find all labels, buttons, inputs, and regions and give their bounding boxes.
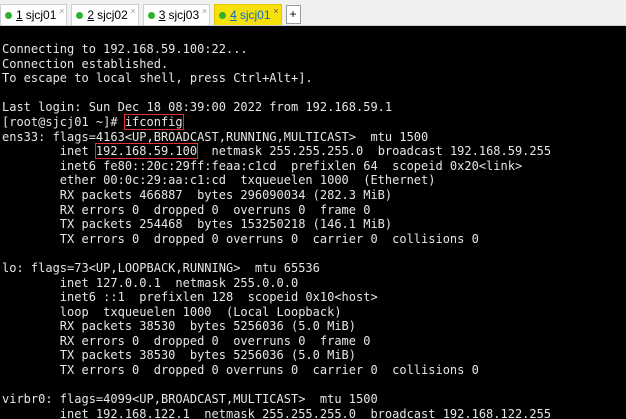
connected-status-icon: [147, 11, 155, 19]
tab-number: 1: [16, 8, 23, 22]
tab-label: sjcj03: [168, 8, 200, 22]
terminal-line: RX packets 466887 bytes 296090034 (282.3…: [2, 187, 393, 202]
new-tab-button[interactable]: +: [285, 5, 301, 24]
inet-details: netmask 255.255.255.0 broadcast 192.168.…: [197, 144, 552, 159]
terminal-line: inet 127.0.0.1 netmask 255.0.0.0: [2, 275, 299, 290]
terminal-line: Connecting to 192.168.59.100:22...: [2, 42, 248, 56]
inet-label: inet: [2, 144, 96, 159]
tab-label: sjcj01: [25, 8, 57, 22]
terminal-line: loop txqueuelen 1000 (Local Loopback): [2, 304, 342, 319]
tab-close-icon[interactable]: ×: [202, 6, 207, 16]
session-tab-1[interactable]: 1 sjcj01 ×: [0, 4, 68, 25]
terminal-line: inet 192.168.59.100 netmask 255.255.255.…: [2, 143, 626, 160]
terminal-line: To escape to local shell, press Ctrl+Alt…: [2, 71, 313, 86]
tab-close-icon[interactable]: ×: [273, 6, 278, 16]
highlighted-command: ifconfig: [123, 113, 184, 130]
terminal-line: inet6 ::1 prefixlen 128 scopeid 0x10<hos…: [2, 290, 378, 305]
terminal-line: virbr0: flags=4099<UP,BROADCAST,MULTICAS…: [2, 392, 378, 407]
session-tab-bar: 1 sjcj01 × 2 sjcj02 × 3 sjcj03 × 4 sjcj0…: [0, 0, 626, 26]
tab-label: sjcj01: [239, 8, 271, 22]
tab-number: 3: [158, 8, 166, 22]
prompt-line: [root@sjcj01 ~]# ifconfig: [2, 113, 626, 130]
tab-number: 4: [230, 8, 237, 22]
shell-prompt: [root@sjcj01 ~]#: [2, 114, 125, 129]
terminal-line: TX errors 0 dropped 0 overruns 0 carrier…: [2, 363, 479, 378]
terminal-output[interactable]: Connecting to 192.168.59.100:22... Conne…: [0, 34, 626, 419]
terminal-line: lo: flags=73<UP,LOOPBACK,RUNNING> mtu 65…: [2, 260, 320, 275]
terminal-line: RX errors 0 dropped 0 overruns 0 frame 0: [2, 202, 371, 217]
connected-status-icon: [219, 11, 227, 19]
terminal-line: TX packets 38530 bytes 5256036 (5.0 MiB): [2, 348, 357, 363]
session-tab-4-active[interactable]: 4 sjcj01 ×: [214, 4, 282, 25]
connected-status-icon: [76, 11, 84, 19]
tab-close-icon[interactable]: ×: [59, 6, 64, 16]
highlighted-ip-address: 192.168.59.100: [94, 143, 199, 160]
terminal-line: RX packets 38530 bytes 5256036 (5.0 MiB): [2, 319, 357, 334]
terminal-line: RX errors 0 dropped 0 overruns 0 frame 0: [2, 333, 371, 348]
session-tab-3[interactable]: 3 sjcj03 ×: [142, 4, 211, 25]
terminal-line: Last login: Sun Dec 18 08:39:00 2022 fro…: [2, 100, 393, 115]
terminal-line: TX errors 0 dropped 0 overruns 0 carrier…: [2, 231, 479, 246]
terminal-line: inet6 fe80::20c:29ff:feaa:c1cd prefixlen…: [2, 158, 523, 173]
session-tab-2[interactable]: 2 sjcj02 ×: [71, 4, 139, 25]
terminal-line: ens33: flags=4163<UP,BROADCAST,RUNNING,M…: [2, 129, 429, 144]
connected-status-icon: [5, 11, 12, 19]
terminal-line: Connection established.: [2, 56, 169, 71]
tab-number: 2: [87, 8, 95, 22]
terminal-line: TX packets 254468 bytes 153250218 (146.1…: [2, 217, 393, 232]
tab-close-icon[interactable]: ×: [130, 6, 135, 16]
tab-label: sjcj02: [97, 8, 128, 22]
terminal-line: ether 00:0c:29:aa:c1:cd txqueuelen 1000 …: [2, 173, 436, 188]
terminal-line: inet 192.168.122.1 netmask 255.255.255.0…: [2, 406, 552, 419]
